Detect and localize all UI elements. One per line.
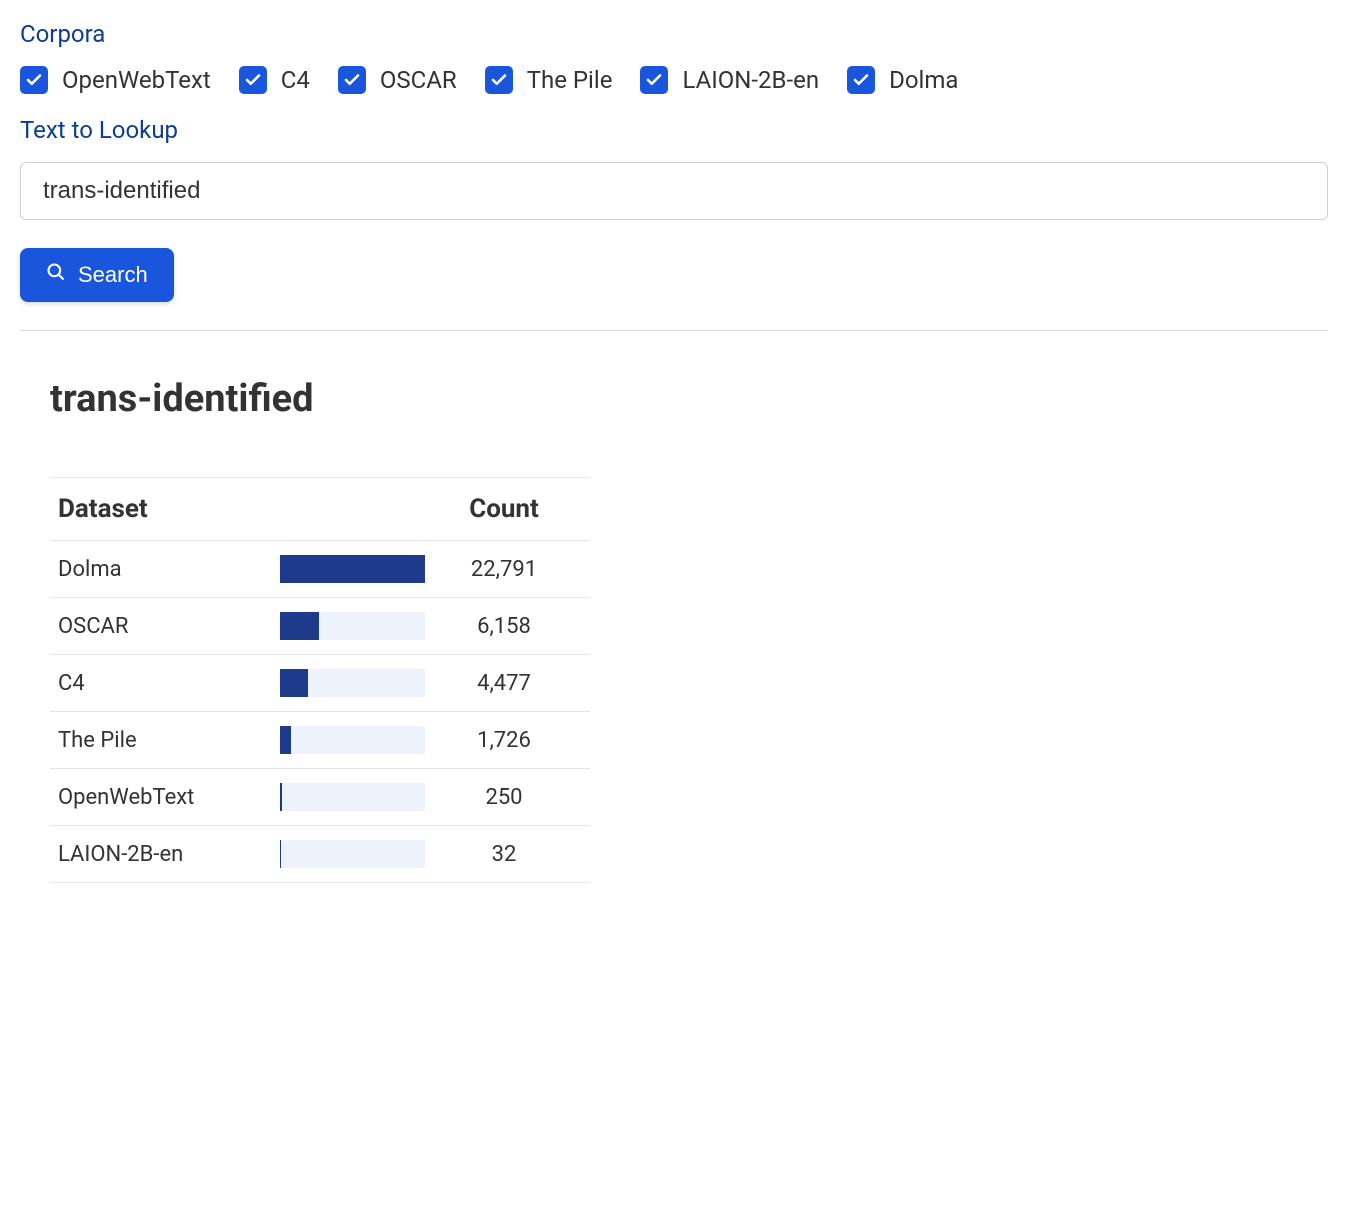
count-value: 4,477 xyxy=(425,671,565,696)
count-bar xyxy=(280,840,425,868)
result-title: trans-identified xyxy=(50,377,1328,421)
count-bar xyxy=(280,612,425,640)
table-row: C4 4,477 xyxy=(50,655,590,712)
checkbox-label: OpenWebText xyxy=(62,66,211,94)
dataset-name: OpenWebText xyxy=(50,785,280,810)
divider xyxy=(20,330,1328,331)
checkbox-label: The Pile xyxy=(527,66,613,94)
checkbox-item-openwebtext: OpenWebText xyxy=(20,66,211,94)
checkbox-label: LAION-2B-en xyxy=(682,66,819,94)
count-value: 6,158 xyxy=(425,614,565,639)
checkbox[interactable] xyxy=(640,66,668,94)
checkbox-item-c4: C4 xyxy=(239,66,310,94)
table-row: OSCAR 6,158 xyxy=(50,598,590,655)
table-row: Dolma 22,791 xyxy=(50,541,590,598)
dataset-name: LAION-2B-en xyxy=(50,842,280,867)
count-bar xyxy=(280,555,425,583)
dataset-name: The Pile xyxy=(50,728,280,753)
checkbox-item-oscar: OSCAR xyxy=(338,66,457,94)
count-bar xyxy=(280,726,425,754)
checkbox[interactable] xyxy=(239,66,267,94)
corpora-checkbox-group: OpenWebText C4 OSCAR The Pile LAION-2B-en Dol… xyxy=(20,66,1328,94)
dataset-name: Dolma xyxy=(50,557,280,582)
table-row: LAION-2B-en 32 xyxy=(50,826,590,883)
table-row: The Pile 1,726 xyxy=(50,712,590,769)
checkbox[interactable] xyxy=(338,66,366,94)
checkbox-item-the-pile: The Pile xyxy=(485,66,613,94)
checkbox-item-laion-2b-en: LAION-2B-en xyxy=(640,66,819,94)
count-bar xyxy=(280,669,425,697)
lookup-input[interactable] xyxy=(20,162,1328,220)
checkbox-item-dolma: Dolma xyxy=(847,66,958,94)
lookup-label: Text to Lookup xyxy=(20,116,1328,144)
count-bar xyxy=(280,783,425,811)
checkbox-label: Dolma xyxy=(889,66,958,94)
checkbox[interactable] xyxy=(847,66,875,94)
results-section: trans-identified Dataset Count Dolma 22,7… xyxy=(20,377,1328,883)
dataset-name: C4 xyxy=(50,671,280,696)
count-value: 250 xyxy=(425,785,565,810)
checkbox-label: OSCAR xyxy=(380,66,457,94)
checkbox[interactable] xyxy=(485,66,513,94)
checkbox[interactable] xyxy=(20,66,48,94)
checkbox-label: C4 xyxy=(281,66,310,94)
corpora-label: Corpora xyxy=(20,20,1328,48)
count-value: 1,726 xyxy=(425,728,565,753)
search-button[interactable]: Search xyxy=(20,248,174,302)
table-header: Dataset Count xyxy=(50,477,590,541)
search-icon xyxy=(46,262,66,288)
search-button-label: Search xyxy=(78,262,148,288)
table-row: OpenWebText 250 xyxy=(50,769,590,826)
column-header-count: Count xyxy=(425,494,565,524)
results-table: Dataset Count Dolma 22,791 OSCAR 6,158 C4 4,4… xyxy=(50,477,590,883)
column-header-dataset: Dataset xyxy=(50,494,280,524)
dataset-name: OSCAR xyxy=(50,614,280,639)
count-value: 32 xyxy=(425,842,565,867)
count-value: 22,791 xyxy=(425,557,565,582)
